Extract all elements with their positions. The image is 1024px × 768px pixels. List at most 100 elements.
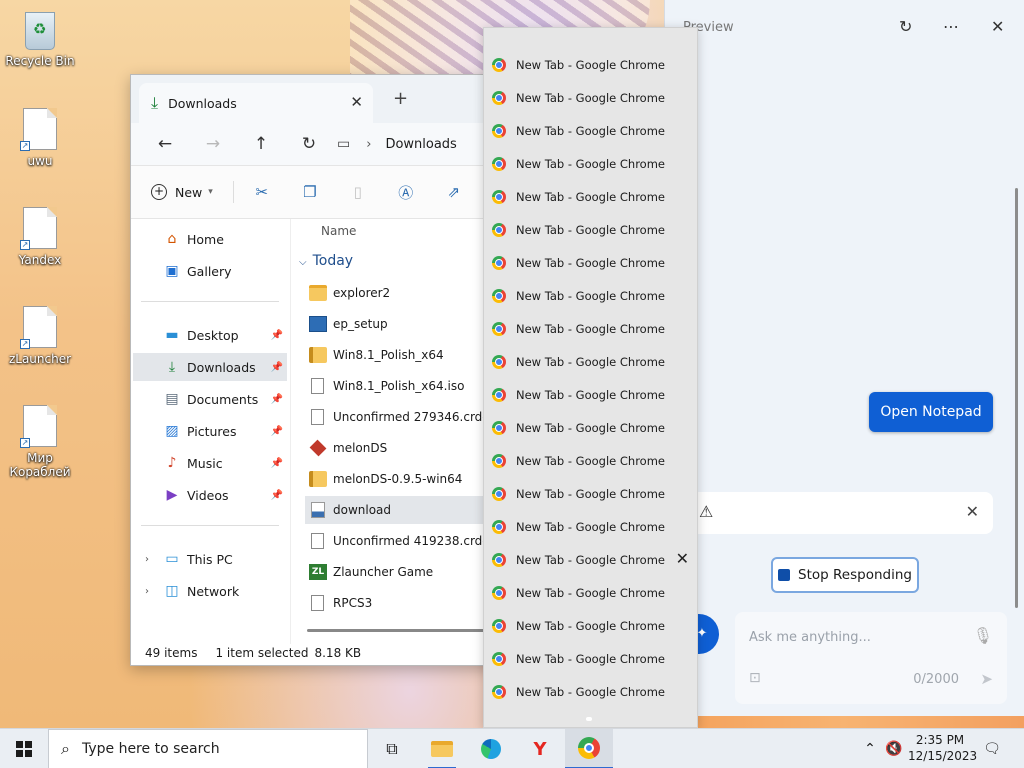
chevron-right-icon[interactable]: › — [145, 554, 149, 565]
sidebar-item-downloads[interactable]: ⤓ Downloads 📌 — [133, 353, 287, 381]
chrome-window-item[interactable]: New Tab - Google Chrome — [484, 279, 697, 312]
chrome-window-item[interactable]: New Tab - Google Chrome — [484, 675, 697, 708]
sidebar-item-home[interactable]: ⌂ Home — [133, 225, 287, 253]
taskbar-yandex[interactable]: Y — [516, 729, 564, 768]
close-tab-icon[interactable]: ✕ — [350, 93, 363, 111]
pin-icon[interactable]: 📌 — [271, 362, 283, 373]
microphone-icon[interactable]: 🎙 — [973, 626, 993, 645]
chrome-icon — [492, 288, 506, 303]
chrome-window-item[interactable]: New Tab - Google Chrome — [484, 48, 697, 81]
monitor-icon: ▭ — [337, 136, 351, 152]
recycle-bin-icon: ♻ — [25, 12, 55, 50]
desktop-icon-uwu[interactable]: ↗ uwu — [4, 108, 76, 168]
chrome-window-item[interactable]: New Tab - Google Chrome — [484, 444, 697, 477]
chrome-window-item[interactable]: New Tab - Google Chrome — [484, 576, 697, 609]
chrome-window-item[interactable]: New Tab - Google Chrome ✕ — [484, 543, 697, 576]
sidebar-item-gallery[interactable]: ▣ Gallery — [133, 257, 287, 285]
chrome-icon — [492, 321, 506, 336]
chrome-window-item[interactable]: New Tab - Google Chrome — [484, 81, 697, 114]
taskbar-edge[interactable] — [467, 729, 515, 768]
pin-icon[interactable]: 📌 — [271, 330, 283, 341]
clock-date: 12/15/2023 — [908, 749, 978, 763]
chrome-window-item[interactable]: New Tab - Google Chrome — [484, 642, 697, 675]
horizontal-scrollbar[interactable] — [307, 629, 497, 632]
system-clock[interactable]: 2:35 PM 12/15/2023 — [908, 732, 978, 764]
back-arrow-icon[interactable]: ← — [141, 134, 189, 154]
forward-arrow-icon[interactable]: → — [189, 134, 237, 154]
chrome-window-item[interactable]: New Tab - Google Chrome — [484, 609, 697, 642]
chevron-right-icon[interactable]: › — [145, 586, 149, 597]
chrome-window-item[interactable]: New Tab - Google Chrome — [484, 180, 697, 213]
explorer-tab-downloads[interactable]: ⤓ Downloads ✕ — [139, 83, 373, 123]
taskbar-search-box[interactable]: ⌕ Type here to search — [48, 729, 368, 768]
image-scan-icon[interactable]: ⊡ — [749, 670, 761, 686]
new-tab-plus-icon[interactable]: + — [393, 88, 408, 109]
sidebar-item-music[interactable]: ♪ Music 📌 — [133, 449, 287, 477]
chrome-window-list-popup: New Tab - Google Chrome New Tab - Google … — [483, 27, 698, 728]
chrome-window-item[interactable]: New Tab - Google Chrome — [484, 477, 697, 510]
chevron-right-icon: › — [366, 136, 372, 152]
close-window-icon[interactable]: ✕ — [676, 549, 689, 568]
more-options-icon[interactable]: ⋯ — [943, 17, 959, 36]
send-icon[interactable]: ➤ — [980, 670, 993, 688]
refresh-icon[interactable]: ↻ — [285, 134, 333, 154]
sidebar-item-network[interactable]: › ◫ Network — [133, 577, 287, 605]
taskbar-file-explorer[interactable] — [418, 729, 466, 768]
explorer-tab-title: Downloads — [168, 95, 237, 111]
pin-icon[interactable]: 📌 — [271, 490, 283, 501]
sidebar-item-this-pc[interactable]: › ▭ This PC — [133, 545, 287, 573]
chrome-icon — [492, 453, 506, 468]
close-icon[interactable]: ✕ — [991, 17, 1004, 36]
address-segment[interactable]: Downloads — [385, 137, 456, 152]
chrome-window-item[interactable]: New Tab - Google Chrome — [484, 213, 697, 246]
chrome-window-item[interactable]: New Tab - Google Chrome — [484, 345, 697, 378]
desktop-icon-recycle-bin[interactable]: ♻ Recycle Bin — [4, 12, 76, 68]
dismiss-icon[interactable]: ✕ — [966, 502, 979, 521]
open-notepad-button[interactable]: Open Notepad — [869, 392, 993, 432]
file-name: download — [333, 503, 392, 517]
sidebar-item-desktop[interactable]: ▬ Desktop 📌 — [133, 321, 287, 349]
sidebar-item-pictures[interactable]: ▨ Pictures 📌 — [133, 417, 287, 445]
new-button[interactable]: + New ▾ — [151, 181, 234, 203]
chat-input-placeholder[interactable]: Ask me anything... — [749, 630, 871, 645]
sidebar-item-label: Documents — [187, 391, 259, 407]
notification-icon[interactable]: 🗨 — [978, 729, 1006, 768]
desktop-icon-mir-korabley[interactable]: ↗ Мир Кораблей — [4, 405, 76, 479]
chrome-window-item[interactable]: New Tab - Google Chrome — [484, 246, 697, 279]
chrome-window-item[interactable]: New Tab - Google Chrome — [484, 411, 697, 444]
sidebar-item-documents[interactable]: ▤ Documents 📌 — [133, 385, 287, 413]
chrome-window-item[interactable]: New Tab - Google Chrome — [484, 312, 697, 345]
stop-responding-button[interactable]: Stop Responding — [771, 557, 919, 593]
chrome-window-item[interactable]: New Tab - Google Chrome — [484, 510, 697, 543]
chrome-window-item[interactable]: New Tab - Google Chrome — [484, 378, 697, 411]
address-bar[interactable]: ▭ › Downloads — [337, 136, 457, 152]
taskbar-chrome[interactable] — [565, 729, 613, 768]
chrome-window-item[interactable]: New Tab - Google Chrome — [484, 114, 697, 147]
column-header-name[interactable]: Name — [321, 224, 356, 238]
chat-input-box[interactable]: Ask me anything... 🎙 ⊡ 0/2000 ➤ — [735, 612, 1007, 704]
panel-scrollbar[interactable] — [1015, 188, 1018, 608]
start-button[interactable] — [0, 729, 48, 768]
share-icon[interactable]: ⇗ — [430, 183, 478, 201]
pin-icon[interactable]: 📌 — [271, 426, 283, 437]
desktop-icon-zlauncher[interactable]: ↗ zLauncher — [4, 306, 76, 366]
up-arrow-icon[interactable]: ↑ — [237, 134, 285, 154]
sidebar-item-label: Videos — [187, 487, 229, 503]
volume-muted-icon[interactable]: 🔇 — [882, 729, 906, 768]
scroll-more-indicator[interactable] — [586, 717, 592, 721]
pin-icon[interactable]: 📌 — [271, 458, 283, 469]
group-header-today[interactable]: ⌵ Today — [299, 253, 353, 269]
sidebar-item-videos[interactable]: ▶ Videos 📌 — [133, 481, 287, 509]
desktop-icon-yandex[interactable]: ↗ Yandex — [4, 207, 76, 267]
sidebar-item-label: Home — [187, 231, 224, 247]
refresh-icon[interactable]: ↻ — [899, 17, 912, 36]
search-icon: ⌕ — [61, 739, 70, 758]
cut-scissors-icon[interactable]: ✂ — [238, 183, 286, 201]
paste-icon[interactable]: ▯ — [334, 183, 382, 201]
rename-icon[interactable]: Ⓐ — [382, 182, 430, 203]
chevron-up-icon[interactable]: ⌃ — [858, 729, 882, 768]
copy-icon[interactable]: ❐ — [286, 183, 334, 201]
pin-icon[interactable]: 📌 — [271, 394, 283, 405]
chrome-window-item[interactable]: New Tab - Google Chrome — [484, 147, 697, 180]
task-view-button[interactable]: ⧉ — [368, 729, 416, 768]
